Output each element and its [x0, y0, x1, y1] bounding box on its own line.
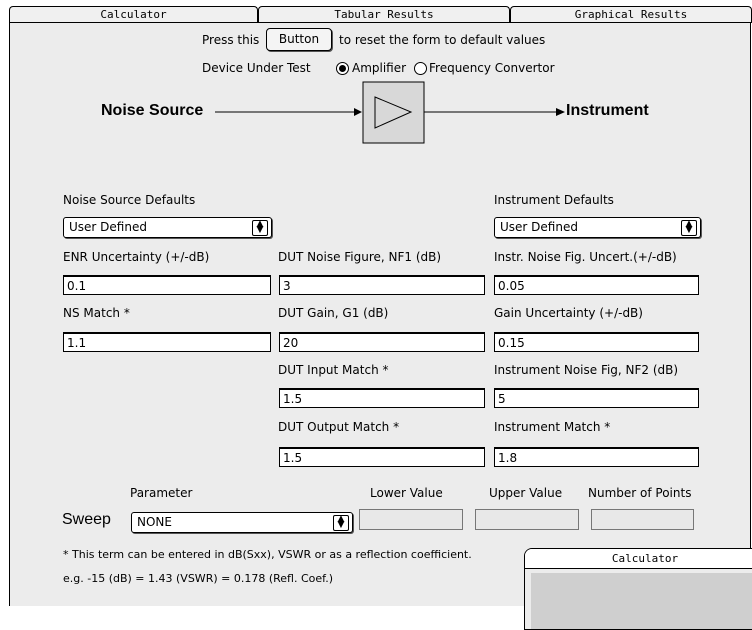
calculator-mini-window-title: Calculator [525, 549, 752, 569]
gain-uncertainty-field[interactable]: 0.15 [494, 332, 699, 352]
dut-input-match-label: DUT Input Match * [278, 363, 389, 377]
instr-noise-fig-uncert-label: Instr. Noise Fig. Uncert.(+/-dB) [494, 250, 677, 264]
input-arrow-icon [354, 108, 362, 116]
enr-uncertainty-field[interactable]: 0.1 [63, 275, 271, 295]
instr-noise-fig-uncert-field[interactable]: 0.05 [494, 275, 699, 295]
calculator-mini-window[interactable]: Calculator [524, 548, 752, 630]
calculator-mini-window-body [531, 573, 752, 629]
instrument-match-label: Instrument Match * [494, 420, 611, 434]
sweep-lower-value-field[interactable] [359, 509, 463, 530]
dut-output-match-label: DUT Output Match * [278, 420, 400, 434]
instrument-noise-fig-field[interactable]: 5 [494, 388, 699, 408]
ns-match-field[interactable]: 1.1 [63, 332, 271, 352]
noise-source-defaults-select[interactable]: User Defined ▲ ▼ [63, 217, 272, 238]
dut-gain-label: DUT Gain, G1 (dB) [278, 306, 389, 320]
sweep-title: Sweep [62, 511, 111, 528]
sweep-upper-value-label: Upper Value [489, 486, 563, 500]
instrument-defaults-value: User Defined [500, 220, 578, 234]
ns-match-label: NS Match * [63, 306, 130, 320]
reflection-note: * This term can be entered in dB(Sxx), V… [63, 548, 472, 561]
instrument-defaults-select[interactable]: User Defined ▲ ▼ [494, 217, 701, 238]
diagram-instrument-label: Instrument [566, 102, 649, 119]
select-arrows-icon: ▲ ▼ [333, 515, 349, 531]
sweep-upper-value-field[interactable] [475, 509, 579, 530]
enr-uncertainty-label: ENR Uncertainty (+/-dB) [63, 250, 210, 264]
sweep-parameter-label: Parameter [130, 486, 193, 500]
output-arrow-icon [556, 108, 565, 116]
select-arrows-icon: ▲ ▼ [252, 220, 268, 236]
noise-source-defaults-label: Noise Source Defaults [63, 193, 196, 207]
sweep-parameter-value: NONE [137, 515, 172, 529]
reflection-example-note: e.g. -15 (dB) = 1.43 (VSWR) = 0.178 (Ref… [63, 572, 333, 585]
sweep-number-of-points-label: Number of Points [588, 486, 692, 500]
instrument-noise-fig-label: Instrument Noise Fig, NF2 (dB) [494, 363, 679, 377]
instrument-match-field[interactable]: 1.8 [494, 447, 699, 467]
select-arrows-icon: ▲ ▼ [681, 220, 697, 236]
sweep-lower-value-label: Lower Value [370, 486, 443, 500]
dut-noise-figure-field[interactable]: 3 [279, 275, 485, 295]
dut-noise-figure-label: DUT Noise Figure, NF1 (dB) [278, 250, 442, 264]
noise-source-defaults-value: User Defined [69, 220, 147, 234]
dut-output-match-field[interactable]: 1.5 [279, 447, 485, 467]
signal-path-diagram [215, 81, 565, 144]
dut-gain-field[interactable]: 20 [279, 332, 485, 352]
sweep-parameter-select[interactable]: NONE ▲ ▼ [131, 512, 353, 533]
sweep-number-of-points-field[interactable] [591, 509, 694, 530]
dut-input-match-field[interactable]: 1.5 [279, 388, 485, 408]
gain-uncertainty-label: Gain Uncertainty (+/-dB) [494, 306, 643, 320]
instrument-defaults-label: Instrument Defaults [494, 193, 614, 207]
